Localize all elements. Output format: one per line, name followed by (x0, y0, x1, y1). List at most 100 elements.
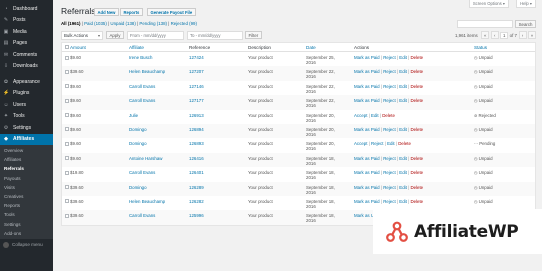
column-date[interactable]: Date (306, 45, 354, 50)
edit-link[interactable]: Edit (387, 141, 395, 146)
reject-link[interactable]: Reject (383, 98, 395, 103)
add-new-button[interactable]: Add New (94, 8, 119, 16)
reference-link[interactable]: 125996 (189, 213, 204, 218)
row-checkbox[interactable] (64, 213, 69, 218)
sidebar-item-downloads[interactable]: ⇩ Downloads (0, 61, 53, 73)
edit-link[interactable]: Edit (399, 185, 407, 190)
next-page-button[interactable]: › (518, 31, 527, 39)
bulk-actions-select[interactable]: Bulk Actions (61, 31, 103, 40)
affiliate-link[interactable]: Helen Beauchamp (129, 69, 165, 74)
reference-link[interactable]: 126289 (189, 185, 204, 190)
delete-link[interactable]: Delete (410, 199, 423, 204)
accept-link[interactable]: Accept (354, 113, 367, 118)
edit-link[interactable]: Edit (371, 113, 379, 118)
filter-rejected[interactable]: Rejected (99) (171, 21, 197, 26)
date-to-input[interactable]: To - mm/dd/yyyy (187, 31, 243, 40)
delete-link[interactable]: Delete (410, 55, 423, 60)
column-affiliate[interactable]: Affiliate (129, 45, 189, 50)
row-checkbox[interactable] (64, 170, 69, 175)
row-checkbox[interactable] (64, 141, 69, 146)
affiliate-link[interactable]: Domingo (129, 185, 147, 190)
reject-link[interactable]: Reject (383, 69, 395, 74)
submenu-item-tools[interactable]: Tools (0, 210, 53, 219)
affiliate-link[interactable]: Antoine Harshaw (129, 156, 162, 161)
select-all-checkbox[interactable] (64, 45, 69, 50)
delete-link[interactable]: Delete (410, 69, 423, 74)
filter-pending[interactable]: Pending (138) (139, 21, 167, 26)
edit-link[interactable]: Edit (399, 69, 407, 74)
filter-button[interactable]: Filter (245, 31, 262, 39)
mark-as-paid-link[interactable]: Mark as Paid (354, 127, 380, 132)
row-checkbox[interactable] (64, 98, 69, 103)
row-checkbox[interactable] (64, 69, 69, 74)
submenu-item-referrals[interactable]: Referrals (0, 164, 53, 173)
row-checkbox[interactable] (64, 113, 69, 118)
edit-link[interactable]: Edit (399, 127, 407, 132)
reference-link[interactable]: 127207 (189, 69, 204, 74)
reject-link[interactable]: Reject (383, 199, 395, 204)
reference-link[interactable]: 126401 (189, 170, 204, 175)
submenu-item-settings[interactable]: Settings (0, 220, 53, 229)
last-page-button[interactable]: » (528, 31, 536, 39)
row-checkbox[interactable] (64, 199, 69, 204)
sidebar-item-posts[interactable]: ✎ Posts (0, 15, 53, 27)
submenu-item-affiliates[interactable]: Affiliates (0, 155, 53, 164)
submenu-item-reports[interactable]: Reports (0, 201, 53, 210)
filter-unpaid[interactable]: Unpaid (138) (110, 21, 135, 26)
reject-link[interactable]: Reject (383, 127, 395, 132)
apply-button[interactable]: Apply (106, 31, 124, 39)
delete-link[interactable]: Delete (382, 113, 395, 118)
first-page-button[interactable]: « (481, 31, 490, 39)
reject-link[interactable]: Reject (383, 156, 395, 161)
current-page-input[interactable]: 1 (500, 31, 509, 39)
reference-link[interactable]: 127424 (189, 55, 204, 60)
row-checkbox[interactable] (64, 156, 69, 161)
column-status[interactable]: Status (474, 45, 524, 50)
row-checkbox[interactable] (64, 185, 69, 190)
submenu-item-visits[interactable]: Visits (0, 183, 53, 192)
edit-link[interactable]: Edit (399, 98, 407, 103)
sidebar-item-comments[interactable]: ✉ Comments (0, 49, 53, 61)
affiliate-link[interactable]: Domingo (129, 127, 147, 132)
affiliate-link[interactable]: Domingo (129, 141, 147, 146)
mark-as-paid-link[interactable]: Mark as Paid (354, 156, 380, 161)
sidebar-item-appearance[interactable]: ✿ Appearance (0, 76, 53, 88)
affiliate-link[interactable]: Julie (129, 113, 138, 118)
filter-all[interactable]: All (1961) (61, 21, 81, 26)
sidebar-item-tools[interactable]: ✦ Tools (0, 111, 53, 123)
affiliate-link[interactable]: Carroll Evans (129, 98, 155, 103)
submenu-item-overview[interactable]: Overview (0, 146, 53, 155)
delete-link[interactable]: Delete (410, 127, 423, 132)
mark-as-paid-link[interactable]: Mark as Paid (354, 84, 380, 89)
search-button[interactable]: Search (515, 20, 536, 28)
sidebar-item-plugins[interactable]: ⚡ Plugins (0, 88, 53, 100)
date-from-input[interactable]: From - mm/dd/yyyy (127, 31, 184, 40)
reference-link[interactable]: 126893 (189, 141, 204, 146)
affiliate-link[interactable]: Carroll Evans (129, 213, 155, 218)
reference-link[interactable]: 126913 (189, 113, 204, 118)
sidebar-item-users[interactable]: ☺ Users (0, 99, 53, 111)
row-checkbox[interactable] (64, 55, 69, 60)
reference-link[interactable]: 127146 (189, 84, 204, 89)
mark-as-paid-link[interactable]: Mark as Paid (354, 185, 380, 190)
submenu-item-payouts[interactable]: Payouts (0, 174, 53, 183)
edit-link[interactable]: Edit (399, 199, 407, 204)
edit-link[interactable]: Edit (399, 170, 407, 175)
generate-payout-file-button[interactable]: Generate Payout File (147, 8, 196, 16)
edit-link[interactable]: Edit (399, 84, 407, 89)
screen-options-button[interactable]: Screen Options ▾ (468, 0, 509, 8)
reject-link[interactable]: Reject (383, 185, 395, 190)
reference-link[interactable]: 127177 (189, 98, 204, 103)
affiliate-link[interactable]: Carroll Evans (129, 170, 155, 175)
help-button[interactable]: Help ▾ (516, 0, 536, 8)
row-checkbox[interactable] (64, 127, 69, 132)
reject-link[interactable]: Reject (371, 141, 383, 146)
sidebar-item-affiliates[interactable]: ◆ Affiliates (0, 133, 53, 145)
prev-page-button[interactable]: ‹ (490, 31, 499, 39)
affiliate-link[interactable]: Helen Beauchamp (129, 199, 165, 204)
submenu-item-add-ons[interactable]: Add-ons (0, 229, 53, 238)
sidebar-item-settings[interactable]: ⚙ Settings (0, 122, 53, 134)
sidebar-item-dashboard[interactable]: ◔ Dashboard (0, 3, 53, 15)
row-checkbox[interactable] (64, 84, 69, 89)
mark-as-paid-link[interactable]: Mark as Paid (354, 55, 380, 60)
